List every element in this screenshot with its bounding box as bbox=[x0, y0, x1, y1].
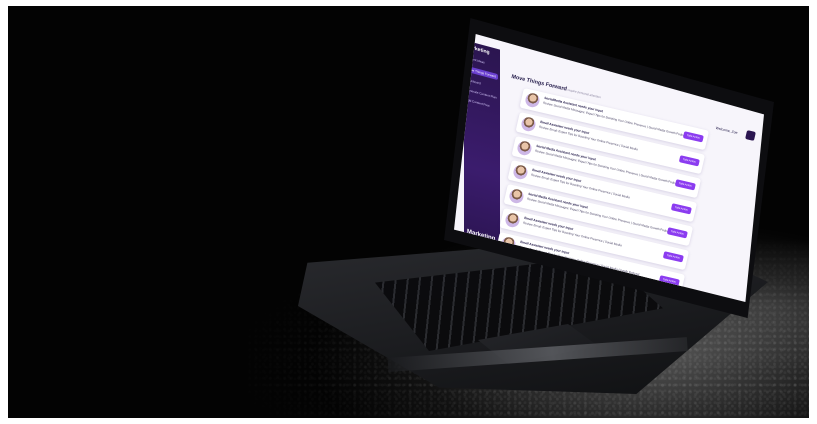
take-action-button[interactable]: Take Action bbox=[674, 179, 696, 191]
take-action-button[interactable]: Take Action bbox=[670, 203, 692, 215]
take-action-button[interactable]: Take Action bbox=[682, 131, 704, 143]
user-greeting: Welcome, Zoe bbox=[715, 126, 738, 135]
assistant-avatar bbox=[508, 187, 525, 205]
assistant-avatar bbox=[504, 211, 521, 229]
take-action-button[interactable]: Take Action bbox=[662, 251, 684, 263]
take-action-button[interactable]: Take Action bbox=[666, 227, 688, 239]
user-avatar[interactable] bbox=[745, 130, 756, 141]
assistant-avatar bbox=[520, 115, 537, 133]
assistant-avatar bbox=[512, 163, 529, 181]
photo-frame: Marketing Content Ideas Move Things Forw… bbox=[8, 6, 809, 418]
assistant-avatar bbox=[524, 91, 541, 109]
assistant-avatar bbox=[516, 139, 533, 157]
sidebar-item-add-post[interactable]: Add Content Post bbox=[466, 98, 498, 111]
take-action-button[interactable]: Take Action bbox=[678, 155, 700, 167]
